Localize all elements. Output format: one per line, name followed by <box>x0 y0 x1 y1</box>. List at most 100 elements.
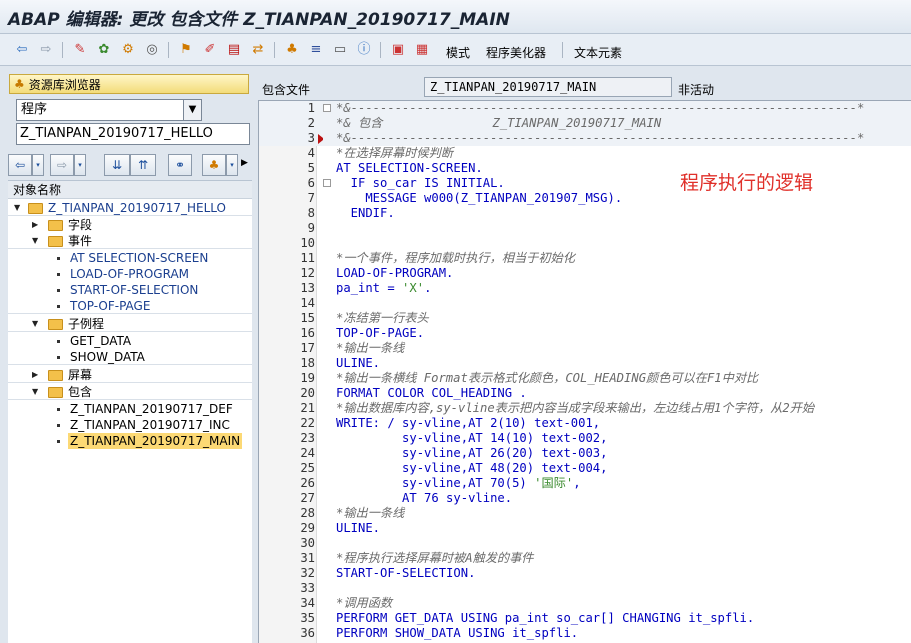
code-line[interactable]: 36 PERFORM SHOW_DATA USING it_spfli. <box>259 626 911 641</box>
tree-leaf-at-selection-screen[interactable]: AT SELECTION-SCREEN <box>8 250 252 266</box>
code-line[interactable]: 18 ULINE. <box>259 356 911 371</box>
tree-leaf-include-inc[interactable]: Z_TIANPAN_20190717_INC <box>8 417 252 433</box>
tree-leaf-start-of-selection[interactable]: START-OF-SELECTION <box>8 282 252 298</box>
code-line[interactable]: 5 AT SELECTION-SCREEN. <box>259 161 911 176</box>
expand-icon[interactable]: ⇊ <box>104 154 130 176</box>
object-tree: 对象名称 ▼ Z_TIANPAN_20190717_HELLO ▶ 字段 ▼ 事… <box>8 180 252 643</box>
line-number: 31 <box>300 551 315 565</box>
pretty-print-icon[interactable]: ▦ <box>414 42 430 58</box>
line-number: 1 <box>307 101 315 115</box>
line-number: 17 <box>300 341 315 355</box>
tree-node-subroutines[interactable]: ▼ 子例程 <box>8 316 252 332</box>
binoculars-icon[interactable]: ⚭ <box>168 154 192 176</box>
object-type-select[interactable]: 程序 ▼ <box>16 99 202 121</box>
code-line[interactable]: 4 *在选择屏幕时候判断 <box>259 146 911 161</box>
code-line[interactable]: 14 <box>259 296 911 311</box>
nav-back-icon[interactable]: ⇦ <box>8 154 32 176</box>
tree-node-screens[interactable]: ▶ 屏幕 <box>8 367 252 383</box>
check-icon[interactable]: ✎ <box>72 42 88 58</box>
tree-leaf-get-data[interactable]: GET_DATA <box>8 333 252 349</box>
code-line[interactable]: 2 *& 包含 Z_TIANPAN_20190717_MAIN <box>259 116 911 131</box>
code-line[interactable]: 26 sy-vline,AT 70(5) '国际', <box>259 476 911 491</box>
code-line[interactable]: 33 <box>259 581 911 596</box>
test-icon[interactable]: ⚙ <box>120 42 136 58</box>
collapse-icon[interactable]: ⇈ <box>130 154 156 176</box>
tree-node-program[interactable]: ▼ Z_TIANPAN_20190717_HELLO <box>8 200 252 216</box>
tree-leaf-include-def[interactable]: Z_TIANPAN_20190717_DEF <box>8 401 252 417</box>
back-arrow-icon[interactable]: ⇦ <box>14 42 30 58</box>
tree-leaf-top-of-page[interactable]: TOP-OF-PAGE <box>8 298 252 314</box>
object-type-value: 程序 <box>21 102 48 117</box>
code-line[interactable]: 35 PERFORM GET_DATA USING pa_int so_car[]… <box>259 611 911 626</box>
edit-icon[interactable]: ✐ <box>202 42 218 58</box>
code-text: *冻结第一行表头 <box>336 311 429 325</box>
line-number: 15 <box>300 311 315 325</box>
tree-leaf-show-data[interactable]: SHOW_DATA <box>8 349 252 365</box>
code-line[interactable]: 31 *程序执行选择屏幕时被A触发的事件 <box>259 551 911 566</box>
code-line[interactable]: 20 FORMAT COLOR COL_HEADING . <box>259 386 911 401</box>
code-line[interactable]: 12 LOAD-OF-PROGRAM. <box>259 266 911 281</box>
pretty-printer-button[interactable]: 程序美化器 <box>486 44 546 61</box>
nav-forward-icon[interactable]: ⇨ <box>50 154 74 176</box>
nav-forward-dropdown-icon[interactable]: ▾ <box>74 154 86 176</box>
tree-node-includes[interactable]: ▼ 包含 <box>8 384 252 400</box>
repository-browser-button[interactable]: ♣ 资源库浏览器 <box>9 74 249 94</box>
stack-icon[interactable]: ▤ <box>226 42 242 58</box>
fold-toggle-icon[interactable] <box>323 179 331 187</box>
align-icon[interactable]: ≡ <box>308 42 324 58</box>
code-editor[interactable]: 1 *&-------------------------------------… <box>258 100 911 643</box>
code-text: sy-vline,AT 14(10) text-002, <box>336 431 608 445</box>
where-used-icon[interactable]: ◎ <box>144 42 160 58</box>
code-line[interactable]: 24 sy-vline,AT 26(20) text-003, <box>259 446 911 461</box>
code-line[interactable]: 6 IF so_car IS INITIAL. <box>259 176 911 191</box>
code-line[interactable]: 28 *输出一条线 <box>259 506 911 521</box>
nav-back-dropdown-icon[interactable]: ▾ <box>32 154 44 176</box>
code-text: AT 76 sy-vline. <box>336 491 513 505</box>
code-line[interactable]: 22 WRITE: / sy-vline,AT 2(10) text-001, <box>259 416 911 431</box>
code-line[interactable]: 34 *调用函数 <box>259 596 911 611</box>
code-line[interactable]: 3 *&-------------------------------------… <box>259 131 911 146</box>
hierarchy-dropdown-icon[interactable]: ▾ <box>226 154 238 176</box>
code-line[interactable]: 1 *&-------------------------------------… <box>259 101 911 116</box>
line-number: 9 <box>307 221 315 235</box>
code-text: *程序执行选择屏幕时被A触发的事件 <box>336 551 534 565</box>
code-line[interactable]: 13 pa_int = 'X'. <box>259 281 911 296</box>
insert-pattern-icon[interactable]: ▣ <box>390 42 406 58</box>
tree-node-events[interactable]: ▼ 事件 <box>8 233 252 249</box>
code-line[interactable]: 7 MESSAGE w000(Z_TIANPAN_201907_MSG). <box>259 191 911 206</box>
info-icon[interactable]: ⓘ <box>356 42 372 58</box>
code-line[interactable]: 15 *冻结第一行表头 <box>259 311 911 326</box>
code-line[interactable]: 19 *输出一条横线 Format表示格式化颜色，COL_HEADING颜色可以在… <box>259 371 911 386</box>
code-line[interactable]: 30 <box>259 536 911 551</box>
code-line[interactable]: 27 AT 76 sy-vline. <box>259 491 911 506</box>
code-line[interactable]: 21 *输出数据库内容,sy-vline表示把内容当成字段来输出，左边线占用1个字… <box>259 401 911 416</box>
hierarchy-icon[interactable]: ⚑ <box>178 42 194 58</box>
tree-leaf-load-of-program[interactable]: LOAD-OF-PROGRAM <box>8 266 252 282</box>
activate-icon[interactable]: ✿ <box>96 42 112 58</box>
mode-button[interactable]: 模式 <box>446 44 470 61</box>
line-number: 24 <box>300 446 315 460</box>
more-icon[interactable]: ▶ <box>241 158 248 168</box>
code-line[interactable]: 9 <box>259 221 911 236</box>
code-line[interactable]: 10 <box>259 236 911 251</box>
chevron-down-icon[interactable]: ▼ <box>183 100 201 120</box>
hierarchy-tree-icon[interactable]: ♣ <box>202 154 226 176</box>
code-line[interactable]: 23 sy-vline,AT 14(10) text-002, <box>259 431 911 446</box>
tree-node-fields[interactable]: ▶ 字段 <box>8 217 252 233</box>
code-line[interactable]: 17 *输出一条线 <box>259 341 911 356</box>
forward-arrow-icon[interactable]: ⇨ <box>38 42 54 58</box>
code-line[interactable]: 25 sy-vline,AT 48(20) text-004, <box>259 461 911 476</box>
code-line[interactable]: 29 ULINE. <box>259 521 911 536</box>
code-line[interactable]: 11 *一个事件，程序加载时执行，相当于初始化 <box>259 251 911 266</box>
object-name-input[interactable]: Z_TIANPAN_20190717_HELLO <box>16 123 250 145</box>
tree-icon[interactable]: ♣ <box>284 42 300 58</box>
repository-icon: ♣ <box>14 77 25 91</box>
fold-toggle-icon[interactable] <box>323 104 331 112</box>
display-icon[interactable]: ▭ <box>332 42 348 58</box>
code-line[interactable]: 32 START-OF-SELECTION. <box>259 566 911 581</box>
text-elements-button[interactable]: 文本元素 <box>574 44 622 61</box>
tree-leaf-include-main[interactable]: Z_TIANPAN_20190717_MAIN <box>8 433 252 449</box>
code-line[interactable]: 8 ENDIF. <box>259 206 911 221</box>
move-icon[interactable]: ⇄ <box>250 42 266 58</box>
code-line[interactable]: 16 TOP-OF-PAGE. <box>259 326 911 341</box>
